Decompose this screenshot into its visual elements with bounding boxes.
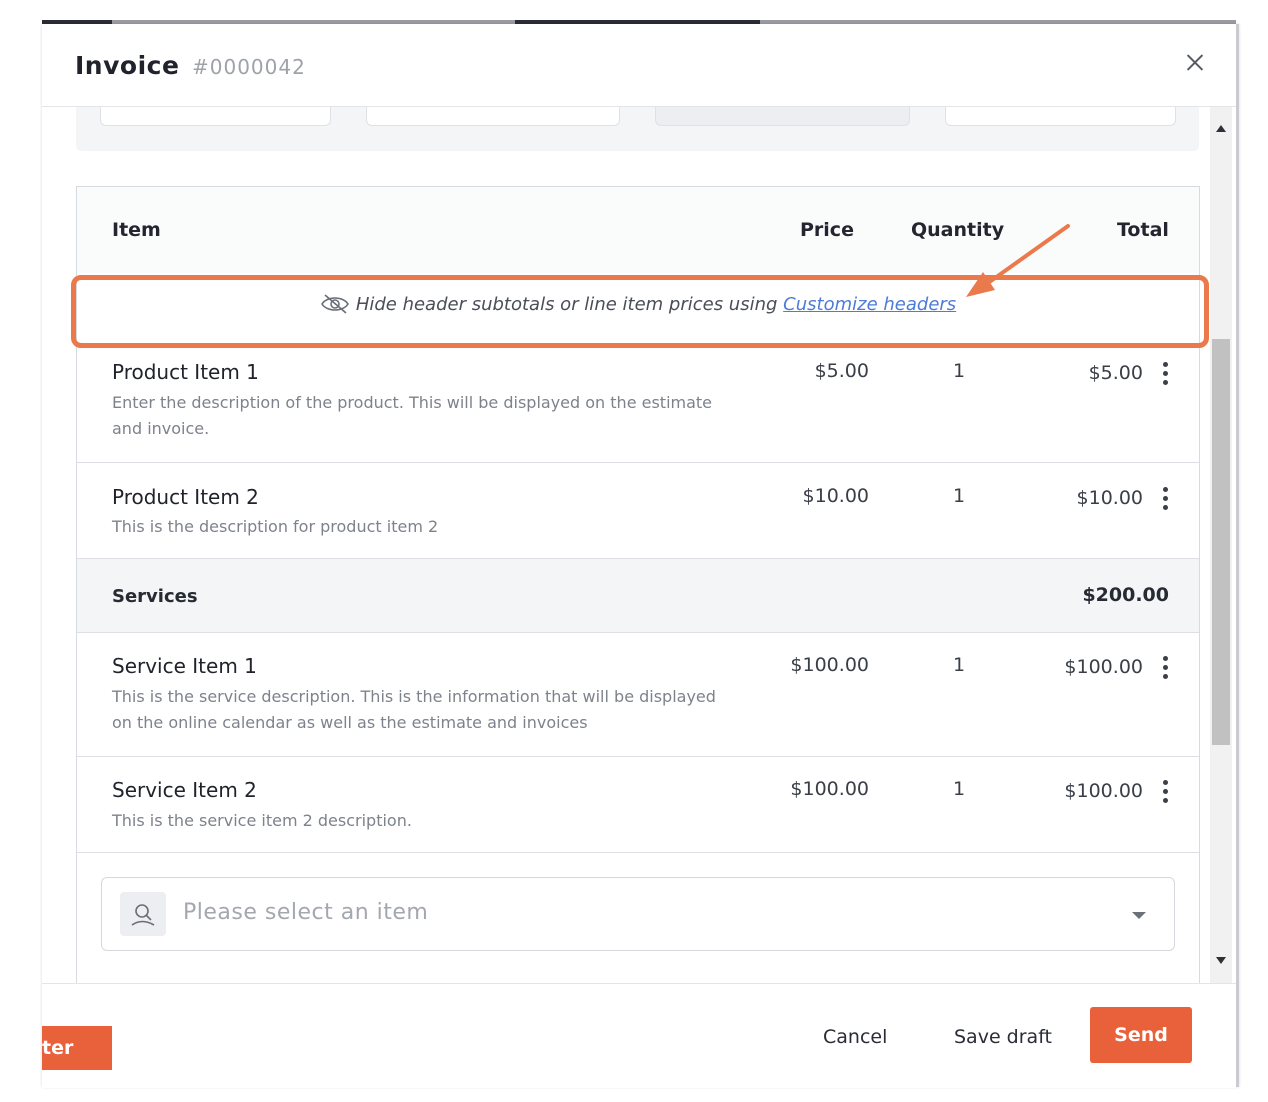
item-description: This is the service item 2 description. bbox=[112, 811, 412, 830]
scroll-up-icon[interactable] bbox=[1216, 125, 1226, 132]
invoice-number: #0000042 bbox=[192, 55, 306, 79]
section-header-services: Services $200.00 bbox=[77, 558, 1199, 633]
table-row[interactable]: Service Item 2 This is the service item … bbox=[77, 756, 1199, 853]
details-field[interactable] bbox=[366, 107, 620, 126]
details-field[interactable] bbox=[655, 107, 910, 126]
select-placeholder: Please select an item bbox=[183, 900, 429, 925]
save-draft-button[interactable]: Save draft bbox=[954, 1026, 1052, 1048]
eye-slash-icon bbox=[320, 294, 349, 314]
item-description: This is the description for product item… bbox=[112, 517, 439, 536]
section-name: Services bbox=[112, 586, 198, 607]
customize-headers-link[interactable]: Customize headers bbox=[783, 294, 956, 315]
details-field[interactable] bbox=[945, 107, 1176, 126]
item-price: $5.00 bbox=[814, 360, 869, 382]
item-total: $5.00 bbox=[1088, 362, 1143, 384]
header-item: Item bbox=[112, 219, 161, 241]
hint-text: Hide header subtotals or line item price… bbox=[355, 294, 778, 315]
add-item-row: Please select an item bbox=[77, 852, 1199, 983]
item-name: Service Item 1 bbox=[112, 654, 257, 678]
header-quantity: Quantity bbox=[911, 219, 1005, 241]
close-icon[interactable] bbox=[1182, 50, 1208, 76]
item-total: $10.00 bbox=[1076, 487, 1143, 509]
modal-body: Item Price Quantity Total Hide header su… bbox=[42, 107, 1210, 983]
scroll-down-icon[interactable] bbox=[1216, 957, 1226, 964]
item-total: $100.00 bbox=[1064, 656, 1143, 678]
kebab-menu-icon[interactable] bbox=[1162, 780, 1170, 810]
invoice-modal: Invoice #0000042 Item Price Quantity Tot… bbox=[42, 24, 1239, 1088]
table-header: Item Price Quantity Total bbox=[77, 187, 1199, 273]
section-total: $200.00 bbox=[1082, 584, 1169, 606]
item-total: $100.00 bbox=[1064, 780, 1143, 802]
details-field[interactable] bbox=[100, 107, 331, 126]
item-name: Service Item 2 bbox=[112, 778, 257, 802]
table-row[interactable]: Product Item 1 Enter the description of … bbox=[77, 335, 1199, 462]
kebab-menu-icon[interactable] bbox=[1162, 487, 1170, 517]
modal-header: Invoice #0000042 bbox=[42, 24, 1236, 107]
scrollbar[interactable] bbox=[1210, 107, 1232, 983]
item-quantity: 1 bbox=[953, 485, 966, 507]
header-price: Price bbox=[800, 219, 854, 241]
send-button[interactable]: Send bbox=[1090, 1007, 1192, 1063]
item-description: Enter the description of the product. Th… bbox=[112, 393, 713, 438]
item-price: $100.00 bbox=[790, 778, 869, 800]
partial-orange-button[interactable]: ter bbox=[42, 1026, 112, 1070]
item-quantity: 1 bbox=[953, 778, 966, 800]
item-description: This is the service description. This is… bbox=[112, 687, 716, 732]
item-quantity: 1 bbox=[953, 360, 966, 382]
modal-title: Invoice bbox=[75, 51, 180, 80]
table-row[interactable]: Product Item 2 This is the description f… bbox=[77, 462, 1199, 559]
kebab-menu-icon[interactable] bbox=[1162, 362, 1170, 392]
customize-headers-hint: Hide header subtotals or line item price… bbox=[77, 273, 1199, 335]
cancel-button[interactable]: Cancel bbox=[823, 1026, 887, 1048]
scroll-thumb[interactable] bbox=[1212, 339, 1230, 745]
item-price: $100.00 bbox=[790, 654, 869, 676]
item-select[interactable]: Please select an item bbox=[101, 877, 1175, 951]
item-price: $10.00 bbox=[802, 485, 869, 507]
line-items-table: Item Price Quantity Total Hide header su… bbox=[76, 186, 1200, 983]
modal-footer: ter Cancel Save draft Send bbox=[42, 983, 1236, 1088]
chevron-down-icon bbox=[1132, 912, 1146, 919]
item-search-icon bbox=[120, 892, 166, 936]
details-panel bbox=[76, 107, 1199, 151]
item-name: Product Item 2 bbox=[112, 485, 259, 509]
item-quantity: 1 bbox=[953, 654, 966, 676]
table-row[interactable]: Service Item 1 This is the service descr… bbox=[77, 632, 1199, 757]
header-total: Total bbox=[1117, 219, 1169, 241]
kebab-menu-icon[interactable] bbox=[1162, 656, 1170, 686]
item-name: Product Item 1 bbox=[112, 360, 259, 384]
